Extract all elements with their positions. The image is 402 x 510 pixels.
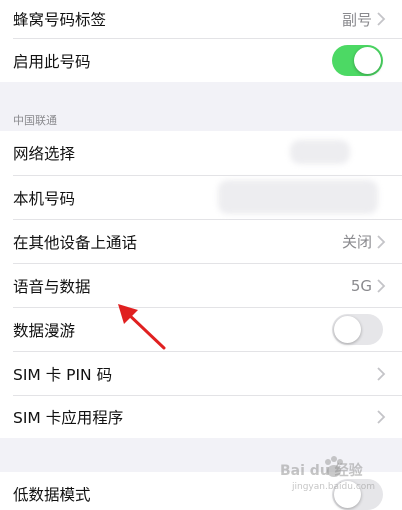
chevron-right-icon [377,410,386,424]
enable-number-row: 启用此号码 [0,39,402,82]
honeycomb-label-value: 副号 [341,10,372,29]
chevron-right-icon [377,366,386,381]
network-selection-text: 网络选择 [13,145,76,163]
sim-pin-text: SIM 卡 PIN 码 [13,365,113,384]
sim-apps-row[interactable]: SIM 卡应用程序 [0,396,402,438]
toggle-knob [354,47,381,74]
calls-other-devices-text: 在其他设备上通话 [13,233,138,252]
calls-other-devices-row[interactable]: 在其他设备上通话 关闭 [0,220,402,263]
sim-pin-row[interactable]: SIM 卡 PIN 码 [0,352,402,395]
annotation-arrow-icon [118,304,166,350]
chevron-right-icon [377,278,386,293]
enable-number-toggle[interactable] [332,45,383,76]
data-roaming-text: 数据漫游 [13,321,76,340]
sim-apps-text: SIM 卡应用程序 [13,409,124,427]
section-header-carrier: 中国联通 [13,114,57,127]
voice-data-value: 5G [350,276,372,295]
carrier-settings-group: 网络选择 本机号码 在其他设备上通话 关闭 语音与数据 5G 数据漫游 SIM … [0,131,402,438]
honeycomb-label-text: 蜂窝号码标签 [13,11,107,29]
low-data-mode-text: 低数据模式 [13,486,91,504]
honeycomb-label-row[interactable]: 蜂窝号码标签 副号 [0,0,402,38]
chevron-right-icon [377,12,386,26]
voice-data-row[interactable]: 语音与数据 5G [0,264,402,307]
chevron-right-icon [377,234,386,249]
my-number-text: 本机号码 [13,189,76,208]
watermark-brand: Bai du 经验 [280,463,363,479]
enable-number-text: 启用此号码 [13,52,91,71]
toggle-knob [334,316,361,343]
data-roaming-toggle[interactable] [332,314,383,345]
baidu-watermark: Bai du 经验 jingyan.baidu.com [278,454,398,502]
watermark-url: jingyan.baidu.com [292,482,376,492]
data-roaming-row: 数据漫游 [0,308,402,351]
voice-data-text: 语音与数据 [13,277,91,296]
redacted-phone-number [218,180,378,214]
redacted-network-value [290,140,350,164]
top-settings-group: 蜂窝号码标签 副号 启用此号码 [0,0,402,82]
calls-other-devices-value: 关闭 [341,233,372,251]
